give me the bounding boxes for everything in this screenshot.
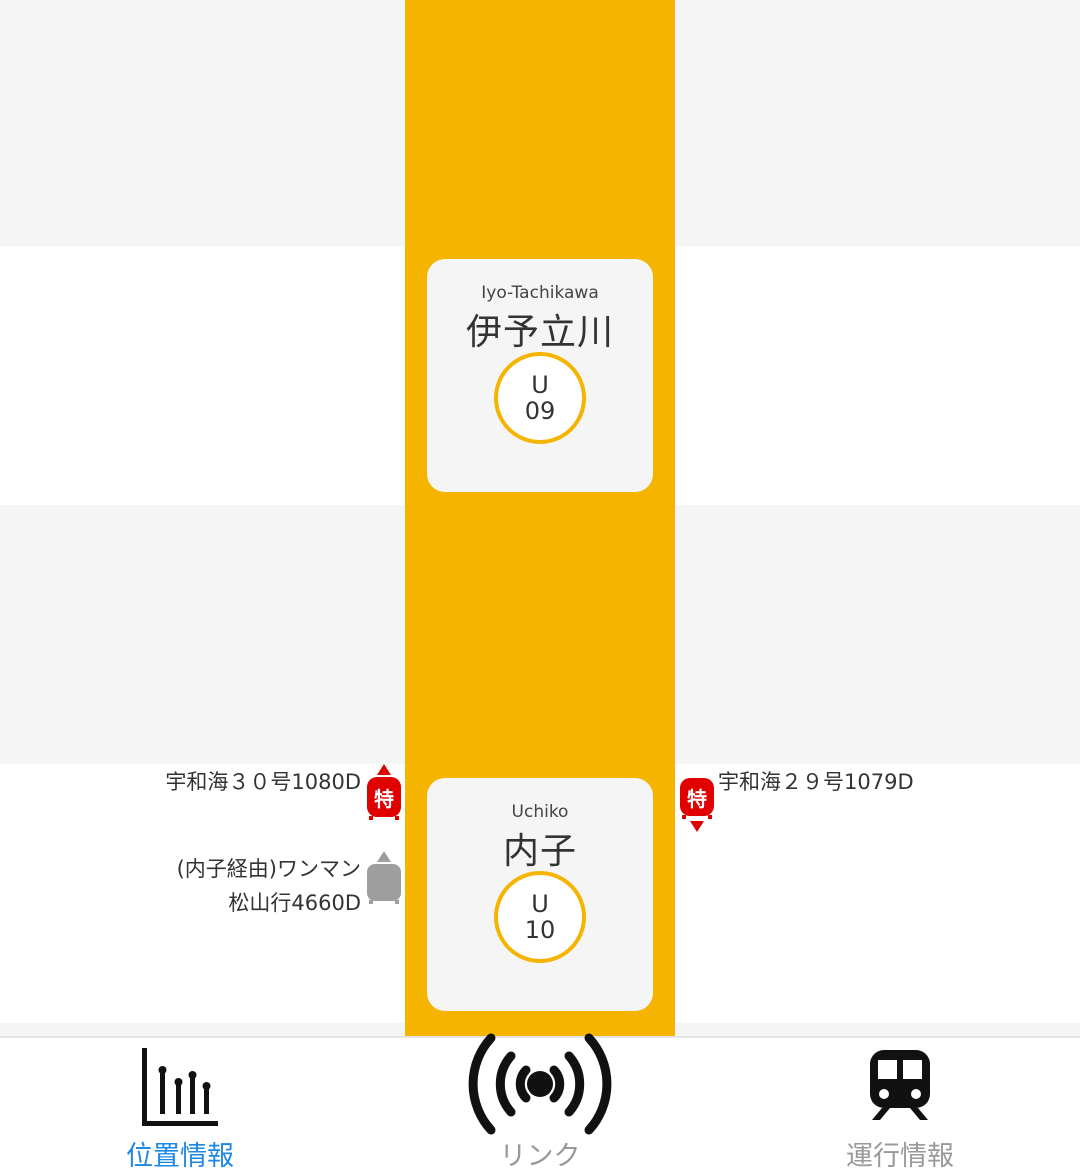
- local-train-up-icon[interactable]: [366, 851, 402, 905]
- station-number-badge: U 10: [494, 871, 586, 963]
- station-name-ja: 伊予立川: [465, 312, 614, 353]
- train-label-down-limited[interactable]: 宇和海２９号1079D: [718, 766, 914, 796]
- bottom-navigation: 位置情報 リンク 運行情報: [0, 1033, 1080, 1174]
- station-name-en: Iyo-Tachikawa: [481, 283, 599, 303]
- station-name-en: Uchiko: [511, 802, 569, 822]
- station-code-number: 10: [524, 916, 556, 944]
- station-number-badge: U 09: [494, 352, 586, 444]
- train-label-up-limited[interactable]: 宇和海３０号1080D: [165, 766, 361, 796]
- nav-tab-service-info[interactable]: 運行情報: [720, 1038, 1080, 1174]
- station-code-number: 09: [524, 397, 556, 425]
- position-chart-icon: [142, 1048, 218, 1126]
- nav-tab-position[interactable]: 位置情報: [0, 1038, 360, 1174]
- train-label-up-local-line2[interactable]: 松山行4660D: [228, 887, 361, 917]
- limited-express-down-icon[interactable]: 特: [679, 778, 715, 834]
- nav-tab-link[interactable]: リンク: [360, 1033, 720, 1174]
- station-card-uchiko[interactable]: Uchiko 内子 U 10: [427, 778, 653, 1011]
- station-code-letter: U: [531, 371, 549, 399]
- limited-express-up-icon[interactable]: 特: [366, 764, 402, 822]
- nav-label-position: 位置情報: [126, 1141, 234, 1172]
- nav-label-service-info: 運行情報: [846, 1141, 954, 1172]
- limited-express-badge-text: 特: [687, 787, 707, 811]
- limited-express-badge-text: 特: [374, 787, 394, 811]
- train-label-up-local-line1[interactable]: (内子経由)ワンマン: [177, 853, 361, 883]
- station-code-letter: U: [531, 890, 549, 918]
- nav-label-link: リンク: [499, 1141, 581, 1172]
- station-card-iyo-tachikawa[interactable]: Iyo-Tachikawa 伊予立川 U 09: [427, 259, 653, 492]
- broadcast-icon: [468, 1033, 612, 1135]
- station-name-ja: 内子: [502, 831, 577, 872]
- train-icon: [870, 1050, 930, 1120]
